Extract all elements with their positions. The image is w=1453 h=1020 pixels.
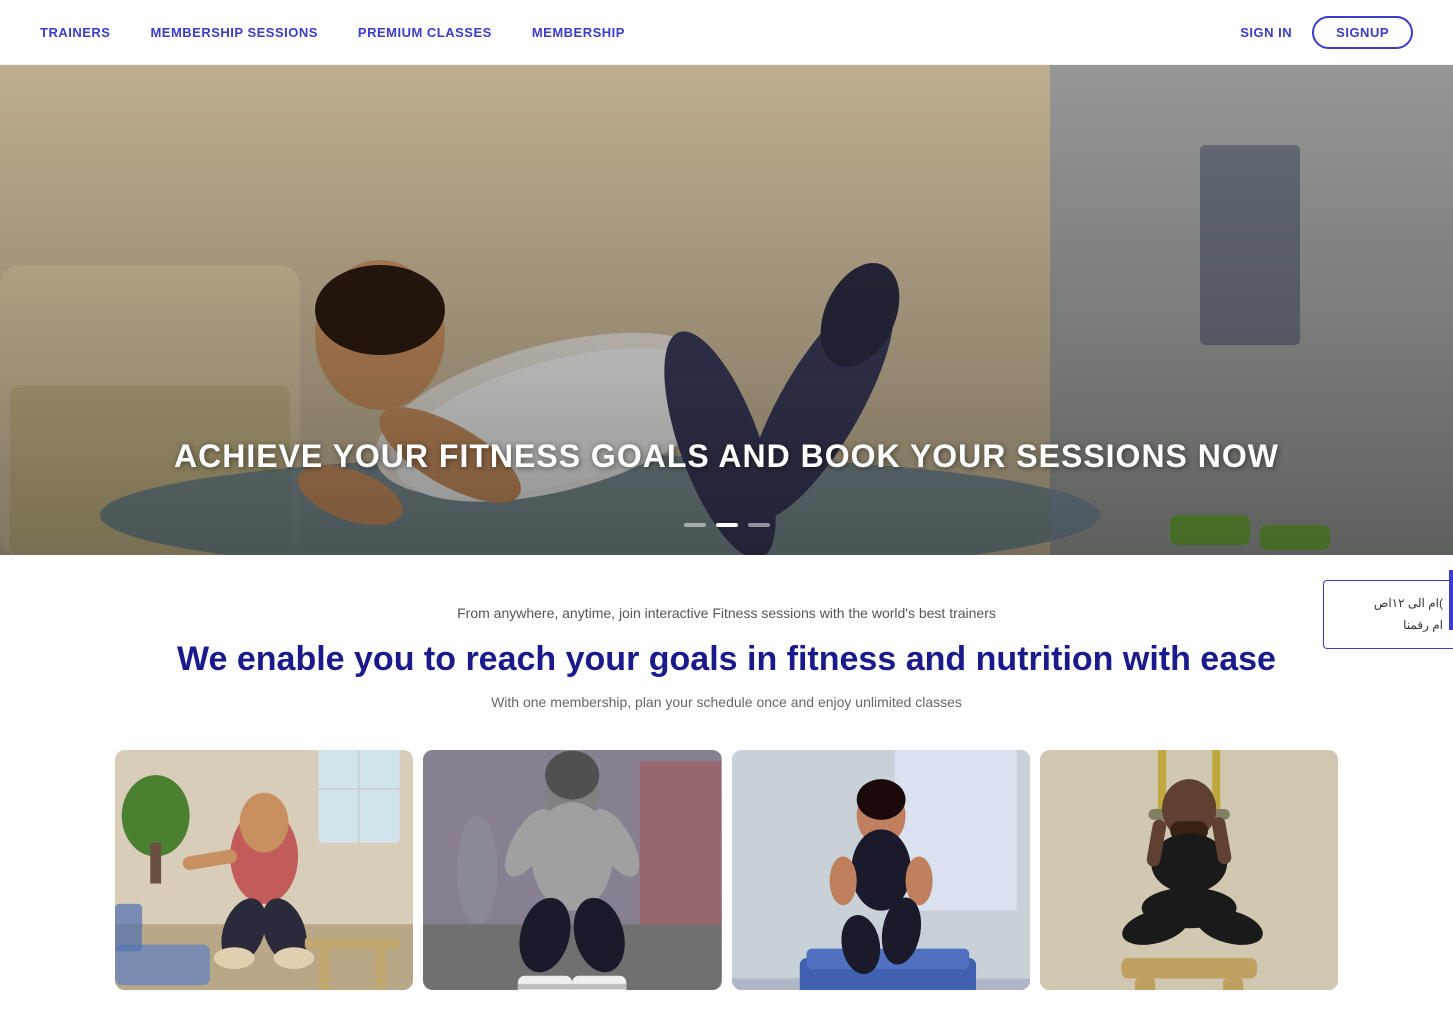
photo-grid — [20, 750, 1433, 990]
hero-overlay — [0, 65, 1453, 555]
side-panel-line1: ام الى ١٢اص( — [1334, 593, 1443, 615]
hero-dot-3[interactable] — [748, 523, 770, 527]
nav-link-membership[interactable]: MEMBERSHIP — [532, 25, 625, 40]
photo-card-4 — [1040, 750, 1338, 990]
hero-headline: ACHIEVE YOUR FITNESS GOALS AND BOOK YOUR… — [0, 438, 1453, 475]
intro-title: We enable you to reach your goals in fit… — [20, 639, 1433, 680]
nav-links: TRAINERS MEMBERSHIP SESSIONS PREMIUM CLA… — [40, 25, 625, 40]
signin-link[interactable]: SIGN IN — [1240, 25, 1292, 40]
intro-section: From anywhere, anytime, join interactive… — [0, 555, 1453, 1020]
side-panel-line2: ام رقمنا — [1334, 615, 1443, 637]
nav-link-membership-sessions[interactable]: MEMBERSHIP SESSIONS — [150, 25, 317, 40]
photo-card-2 — [423, 750, 721, 990]
navbar: TRAINERS MEMBERSHIP SESSIONS PREMIUM CLA… — [0, 0, 1453, 65]
hero-dot-2[interactable] — [716, 523, 738, 527]
hero-section: ACHIEVE YOUR FITNESS GOALS AND BOOK YOUR… — [0, 65, 1453, 555]
intro-sub: From anywhere, anytime, join interactive… — [20, 605, 1433, 621]
nav-link-premium-classes[interactable]: PREMIUM CLASSES — [358, 25, 492, 40]
hero-dots — [684, 523, 770, 527]
photo-card-3 — [732, 750, 1030, 990]
nav-link-trainers[interactable]: TRAINERS — [40, 25, 110, 40]
intro-desc: With one membership, plan your schedule … — [20, 694, 1433, 710]
signup-button[interactable]: SIGNUP — [1312, 16, 1413, 49]
nav-actions: SIGN IN SIGNUP — [1240, 16, 1413, 49]
hero-dot-1[interactable] — [684, 523, 706, 527]
side-panel-bar — [1449, 570, 1453, 630]
photo-card-1 — [115, 750, 413, 990]
side-panel[interactable]: ام الى ١٢اص( ام رقمنا — [1323, 580, 1453, 649]
